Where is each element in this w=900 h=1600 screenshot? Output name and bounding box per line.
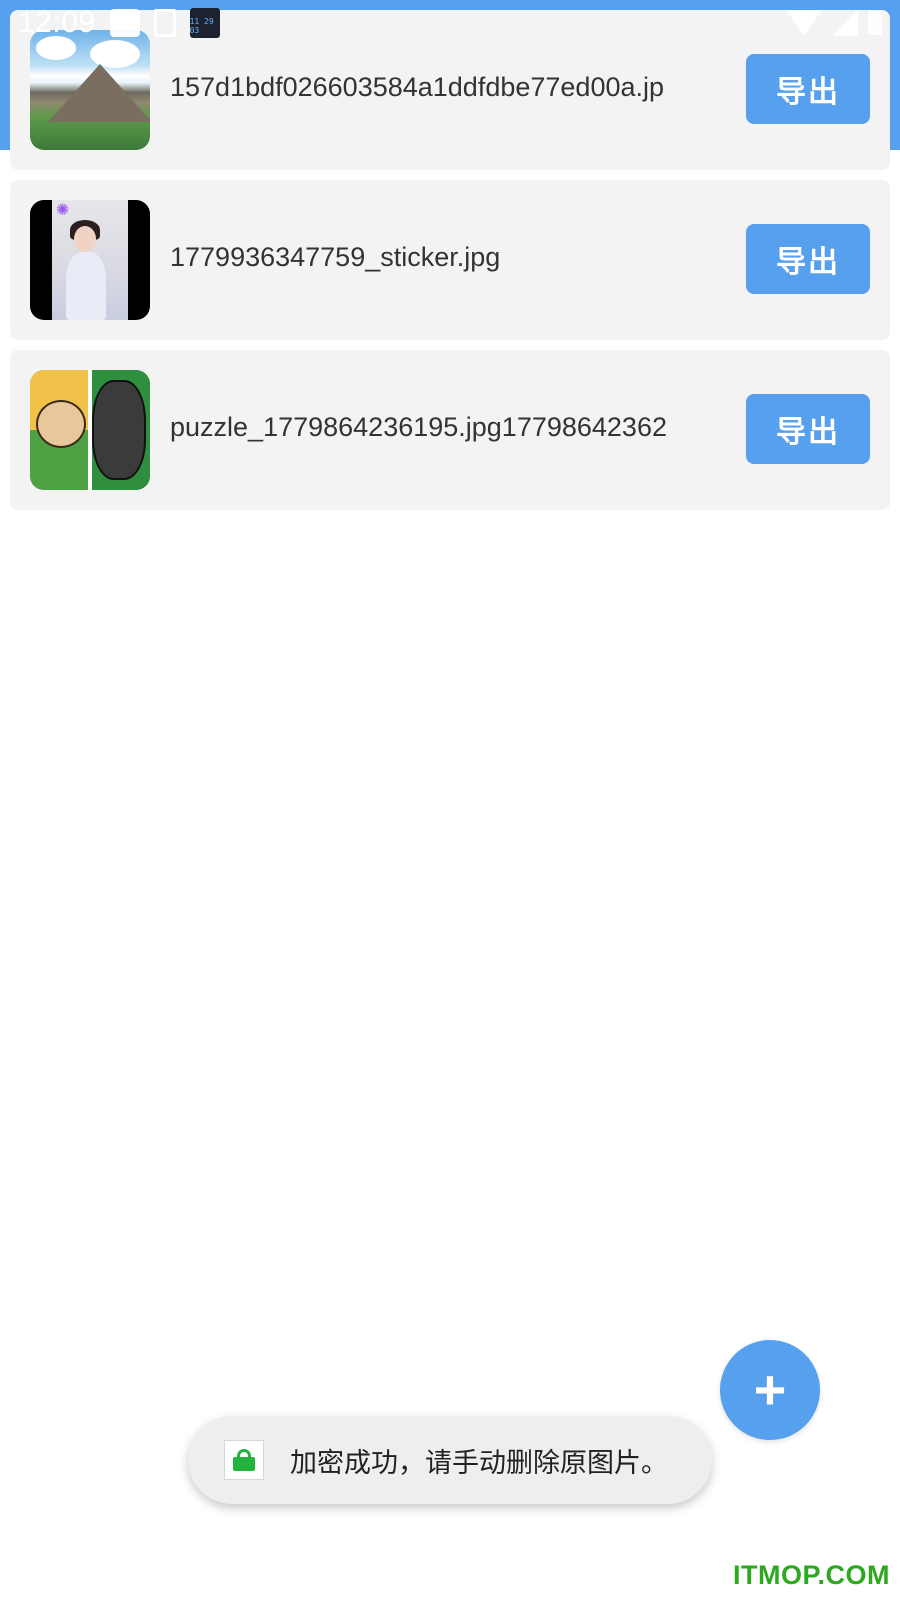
cartoon-bears-puzzle-thumbnail [30, 370, 150, 490]
list-item[interactable]: ✺ 1779936347759_sticker.jpg 导出 [10, 180, 890, 340]
notification-icons: 11 29 03 [109, 8, 220, 38]
plus-icon: + [753, 1358, 787, 1421]
mountain-peak-shape [48, 64, 150, 122]
add-file-button[interactable]: + [720, 1340, 820, 1440]
signal-icon [832, 10, 858, 36]
export-button[interactable]: 导出 [746, 224, 870, 294]
toast-text: 加密成功，请手动删除原图片。 [290, 1447, 668, 1479]
clock-app-notification-icon: 11 29 03 [189, 8, 220, 38]
wifi-icon [786, 10, 822, 36]
export-button[interactable]: 导出 [746, 394, 870, 464]
file-list: 157d1bdf026603584a1ddfdbe77ed00a.jp 导出 ✺… [10, 10, 890, 520]
battery-icon [868, 11, 882, 35]
list-item[interactable]: puzzle_1779864236195.jpg17798642362 导出 [10, 350, 890, 510]
mountain-landscape-thumbnail [30, 30, 150, 150]
status-time: 12:09 [18, 6, 96, 39]
puzzle-divider [88, 370, 92, 490]
export-button[interactable]: 导出 [746, 54, 870, 124]
portrait-sticker-thumbnail: ✺ [30, 200, 150, 320]
watermark: ITMOP.COM [732, 1560, 890, 1590]
file-name: 157d1bdf026603584a1ddfdbe77ed00a.jp [170, 72, 665, 102]
settings-notification-icon [109, 9, 140, 37]
clock-app-text: 11 29 03 [189, 17, 214, 35]
file-name: puzzle_1779864236195.jpg17798642362 [170, 412, 667, 442]
sim-card-icon [153, 9, 176, 37]
face-shape [74, 226, 96, 252]
lock-icon [233, 1449, 255, 1471]
flower-sticker-icon: ✺ [56, 200, 70, 219]
file-name: 1779936347759_sticker.jpg [170, 242, 501, 272]
toast-message: 加密成功，请手动删除原图片。 [188, 1416, 712, 1504]
dress-shape [66, 252, 106, 320]
status-bar: 12:09 11 29 03 [0, 0, 900, 46]
dark-bear-shape [92, 380, 146, 480]
light-bear-shape [36, 400, 86, 448]
app-icon [224, 1440, 264, 1480]
system-status-icons [786, 10, 882, 36]
app-screen: 12:09 11 29 03 157d1bdf026603584a1ddfdbe… [0, 0, 900, 1600]
